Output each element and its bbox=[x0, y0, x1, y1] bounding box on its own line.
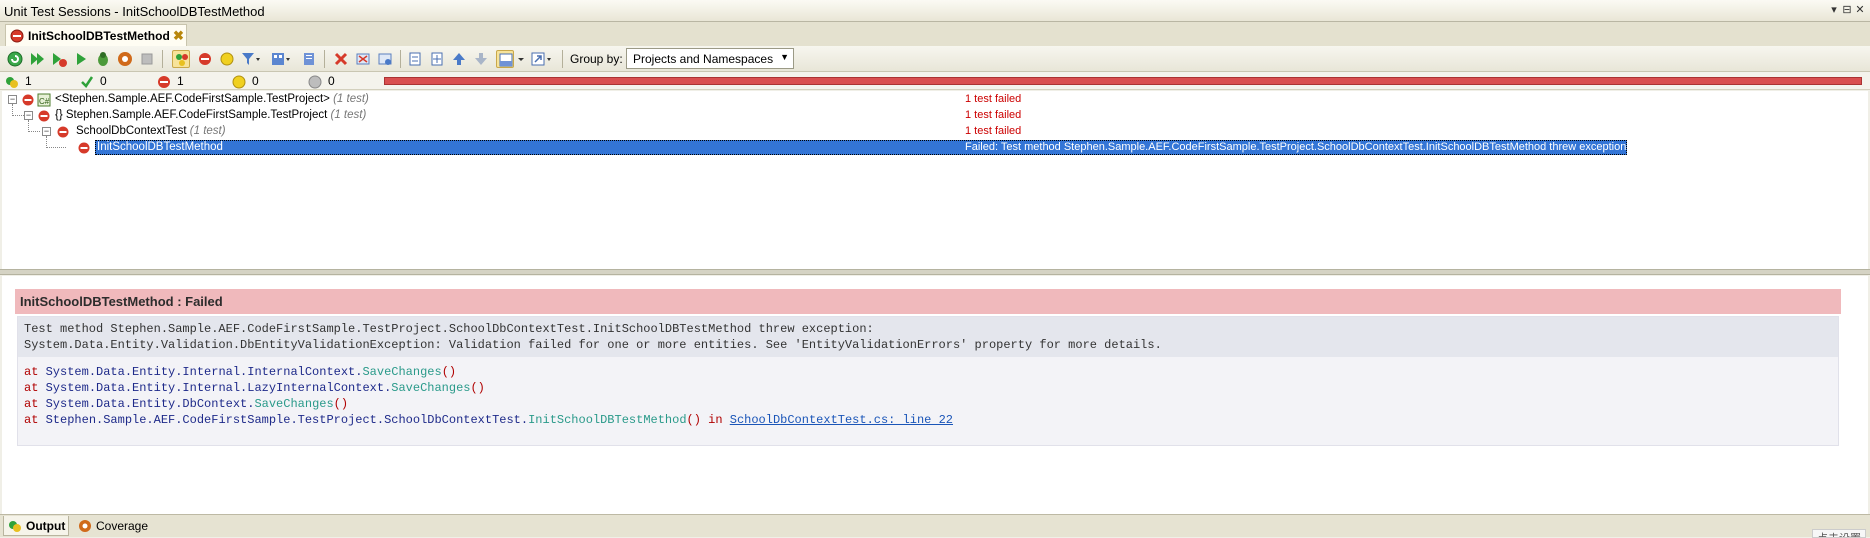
tab-coverage[interactable]: Coverage bbox=[74, 516, 152, 536]
tree-row-project[interactable]: − C# <Stephen.Sample.AEF.CodeFirstSample… bbox=[2, 92, 1868, 108]
filter-icon[interactable] bbox=[240, 50, 260, 68]
collapse-all-icon[interactable] bbox=[406, 50, 424, 68]
group-icon[interactable] bbox=[270, 50, 290, 68]
group-by-value: Projects and Namespaces bbox=[633, 52, 774, 66]
session-icon[interactable] bbox=[376, 50, 394, 68]
toolbar-separator bbox=[562, 50, 563, 68]
progress-bar bbox=[384, 77, 1862, 85]
previous-icon[interactable] bbox=[450, 50, 468, 68]
tree-row-status: 1 test failed bbox=[965, 125, 1022, 137]
tab-close-icon[interactable]: ✖ bbox=[173, 28, 184, 44]
tab-strip: InitSchoolDBTestMethod ✖ bbox=[0, 22, 1870, 46]
pin-icon[interactable]: ▾ bbox=[1827, 3, 1841, 16]
failed-filter-icon[interactable] bbox=[196, 50, 214, 68]
exception-line-1: Test method Stephen.Sample.AEF.CodeFirst… bbox=[24, 322, 874, 336]
exception-message: Test method Stephen.Sample.AEF.CodeFirst… bbox=[18, 317, 1838, 357]
run-all-tests-icon[interactable] bbox=[28, 50, 46, 68]
run-icon[interactable] bbox=[72, 50, 90, 68]
result-header: InitSchoolDBTestMethod : Failed bbox=[15, 289, 1841, 314]
chevron-down-icon: ▼ bbox=[780, 52, 789, 62]
failed-icon bbox=[10, 29, 24, 43]
source-link[interactable]: SchoolDbContextTest.cs: line 22 bbox=[730, 413, 953, 427]
stack-frame: at System.Data.Entity.Internal.InternalC… bbox=[24, 365, 457, 379]
failed-icon bbox=[158, 76, 170, 88]
tree-connector bbox=[28, 120, 40, 132]
ignored-icon bbox=[232, 75, 246, 89]
dock-icon[interactable]: ⊟ bbox=[1840, 3, 1854, 16]
ignored-filter-icon[interactable] bbox=[218, 50, 236, 68]
test-summary-bar: 1 0 1 0 0 bbox=[0, 72, 1870, 90]
expand-all-icon[interactable] bbox=[428, 50, 446, 68]
tree-row-label: SchoolDbContextTest (1 test) bbox=[76, 125, 226, 137]
result-details-pane: InitSchoolDBTestMethod : Failed Test met… bbox=[2, 276, 1868, 514]
remove-icon[interactable] bbox=[332, 50, 350, 68]
tab-label: InitSchoolDBTestMethod bbox=[28, 29, 170, 43]
show-tests-icon[interactable] bbox=[172, 50, 190, 68]
toolbar: Group by: Projects and Namespaces ▼ bbox=[0, 46, 1870, 72]
checkmark-icon bbox=[81, 76, 94, 88]
toolbar-separator bbox=[162, 50, 163, 68]
toolbar-separator bbox=[400, 50, 401, 68]
result-title: InitSchoolDBTestMethod : Failed bbox=[20, 294, 223, 309]
debug-icon[interactable] bbox=[94, 50, 112, 68]
tree-row-label: InitSchoolDBTestMethod bbox=[97, 141, 223, 153]
tree-row-test-method[interactable]: InitSchoolDBTestMethod Failed: Test meth… bbox=[2, 136, 1868, 156]
stack-frame: at System.Data.Entity.DbContext.SaveChan… bbox=[24, 397, 349, 411]
next-icon[interactable] bbox=[472, 50, 490, 68]
output-icon bbox=[9, 521, 21, 532]
tab-output[interactable]: Output bbox=[3, 516, 69, 536]
failed-icon bbox=[78, 142, 90, 154]
window-titlebar: Unit Test Sessions - InitSchoolDBTestMet… bbox=[0, 0, 1870, 22]
profile-icon[interactable] bbox=[116, 50, 134, 68]
window-title: Unit Test Sessions - InitSchoolDBTestMet… bbox=[4, 4, 265, 19]
project-icon: C# bbox=[37, 93, 51, 107]
clear-icon[interactable] bbox=[354, 50, 372, 68]
details-icon[interactable] bbox=[496, 50, 514, 68]
tree-connector bbox=[12, 104, 24, 116]
exception-line-2: System.Data.Entity.Validation.DbEntityVa… bbox=[24, 338, 1162, 352]
bottom-tab-strip: Output Coverage 点击设置 bbox=[0, 514, 1870, 538]
collapse-icon[interactable]: − bbox=[8, 95, 17, 104]
group-by-label: Group by: bbox=[570, 52, 623, 66]
tree-row-status: 1 test failed bbox=[965, 93, 1022, 105]
stack-frame: at Stephen.Sample.AEF.CodeFirstSample.Te… bbox=[24, 413, 953, 427]
coverage-icon bbox=[79, 520, 91, 532]
stop-icon[interactable] bbox=[138, 50, 156, 68]
toolbar-separator bbox=[324, 50, 325, 68]
tree-row-label: <Stephen.Sample.AEF.CodeFirstSample.Test… bbox=[55, 93, 369, 105]
total-tests-icon bbox=[6, 77, 18, 88]
pane-splitter[interactable] bbox=[0, 269, 1870, 275]
tree-row-label: {} Stephen.Sample.AEF.CodeFirstSample.Te… bbox=[55, 109, 367, 121]
tree-row-status: Failed: Test method Stephen.Sample.AEF.C… bbox=[965, 141, 1630, 153]
tree-row-namespace[interactable]: − {} Stephen.Sample.AEF.CodeFirstSample.… bbox=[2, 104, 1868, 124]
group-by-select[interactable]: Projects and Namespaces ▼ bbox=[626, 48, 794, 69]
tree-row-class[interactable]: − SchoolDbContextTest (1 test) 1 test fa… bbox=[2, 120, 1868, 140]
exception-box: Test method Stephen.Sample.AEF.CodeFirst… bbox=[17, 316, 1839, 446]
export-icon[interactable] bbox=[300, 50, 318, 68]
tree-connector bbox=[46, 136, 66, 148]
collapse-icon[interactable]: − bbox=[24, 111, 33, 120]
test-tree: − C# <Stephen.Sample.AEF.CodeFirstSample… bbox=[2, 91, 1868, 269]
run-failed-icon[interactable] bbox=[50, 50, 68, 68]
svg-text:C#: C# bbox=[39, 97, 50, 106]
navigate-icon[interactable] bbox=[530, 50, 551, 68]
collapse-icon[interactable]: − bbox=[42, 127, 51, 136]
stack-frame: at System.Data.Entity.Internal.LazyInter… bbox=[24, 381, 485, 395]
not-run-icon bbox=[308, 75, 322, 89]
close-icon[interactable]: ✕ bbox=[1853, 3, 1867, 16]
tab-init-school-db-test-method[interactable]: InitSchoolDBTestMethod ✖ bbox=[5, 24, 187, 46]
run-all-icon[interactable] bbox=[6, 50, 24, 68]
tree-row-status: 1 test failed bbox=[965, 109, 1022, 121]
